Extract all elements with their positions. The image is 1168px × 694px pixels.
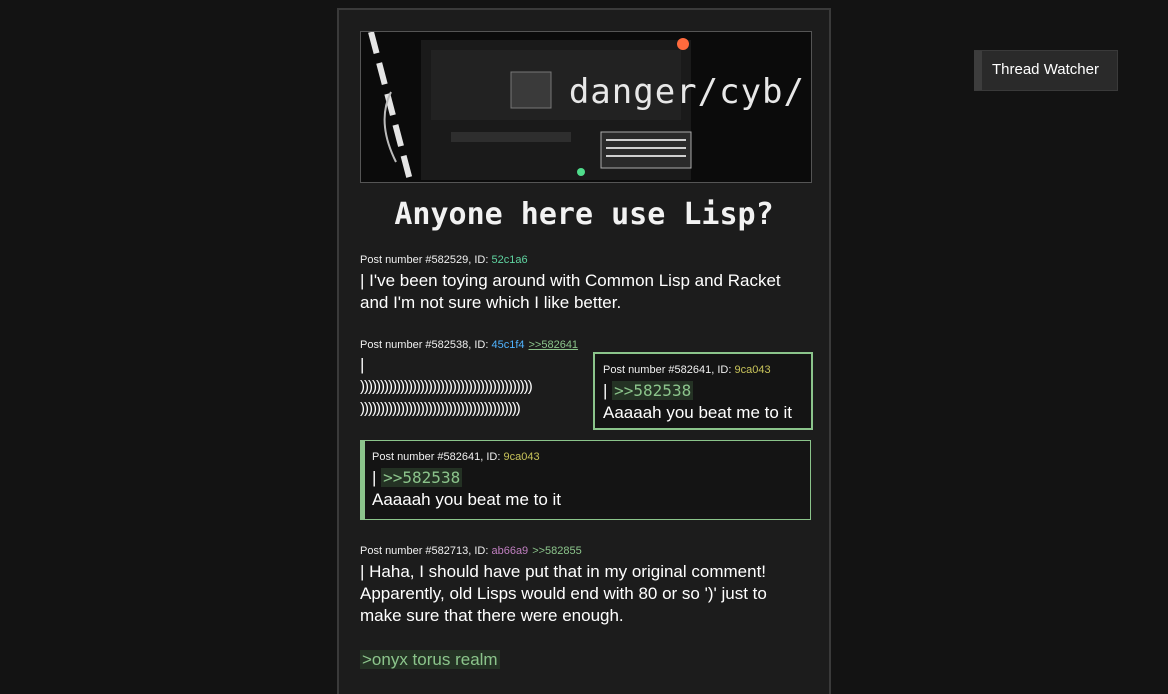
inline-quoted-post: Post number #582641, ID: 9ca043 | >>5825…: [360, 440, 811, 520]
quote-link[interactable]: >>582538: [381, 468, 463, 487]
post: Post number #582713, ID: ab66a9 >>582855 …: [360, 544, 812, 671]
reply-backlink[interactable]: >>582855: [532, 545, 582, 557]
banner-title: danger/cyb/: [568, 72, 805, 112]
greentext: >onyx torus realm: [360, 650, 500, 669]
post-meta: Post number #582641, ID: 9ca043: [603, 363, 803, 377]
poster-id[interactable]: 45c1f4: [491, 339, 524, 351]
post-meta: Post number #582538, ID: 45c1f4 >>582641: [360, 338, 812, 352]
post-text: Aaaaah you beat me to it: [603, 403, 793, 422]
poster-id[interactable]: ab66a9: [491, 545, 528, 557]
poster-id[interactable]: 9ca043: [503, 451, 539, 463]
post-body-bar: |: [372, 468, 382, 487]
post-body: | I've been toying around with Common Li…: [360, 271, 781, 312]
post-body: | >>582538 Aaaaah you beat me to it: [372, 467, 803, 511]
greentext-line: >onyx torus realm: [360, 649, 812, 671]
post-number: Post number #582641, ID:: [603, 364, 735, 376]
post-number: Post number #582529, ID:: [360, 254, 492, 266]
post-number: Post number #582641, ID:: [372, 451, 504, 463]
thread-title: Anyone here use Lisp?: [394, 197, 774, 232]
post: Post number #582529, ID: 52c1a6 | I've b…: [360, 253, 812, 314]
post-meta: Post number #582529, ID: 52c1a6: [360, 253, 812, 267]
poster-id[interactable]: 52c1a6: [491, 254, 527, 266]
post-body: | >>582538 Aaaaah you beat me to it: [603, 380, 803, 424]
post-text: Aaaaah you beat me to it: [372, 490, 562, 509]
quote-link[interactable]: >>582538: [612, 381, 694, 400]
post-meta: Post number #582641, ID: 9ca043: [372, 450, 803, 464]
board-banner[interactable]: danger/cyb/: [360, 31, 812, 183]
thread-watcher-button[interactable]: Thread Watcher: [974, 50, 1118, 91]
post-number: Post number #582538, ID:: [360, 339, 492, 351]
board-panel: danger/cyb/ Anyone here use Lisp? Post n…: [337, 8, 831, 694]
poster-id[interactable]: 9ca043: [734, 364, 770, 376]
post-meta: Post number #582713, ID: ab66a9 >>582855: [360, 544, 812, 558]
reply-backlink[interactable]: >>582641: [529, 339, 579, 351]
post-body-bar: |: [603, 381, 613, 400]
post-body: | Haha, I should have put that in my ori…: [360, 562, 767, 625]
hover-preview-post: Post number #582641, ID: 9ca043 | >>5825…: [593, 352, 813, 430]
post-number: Post number #582713, ID:: [360, 545, 492, 557]
